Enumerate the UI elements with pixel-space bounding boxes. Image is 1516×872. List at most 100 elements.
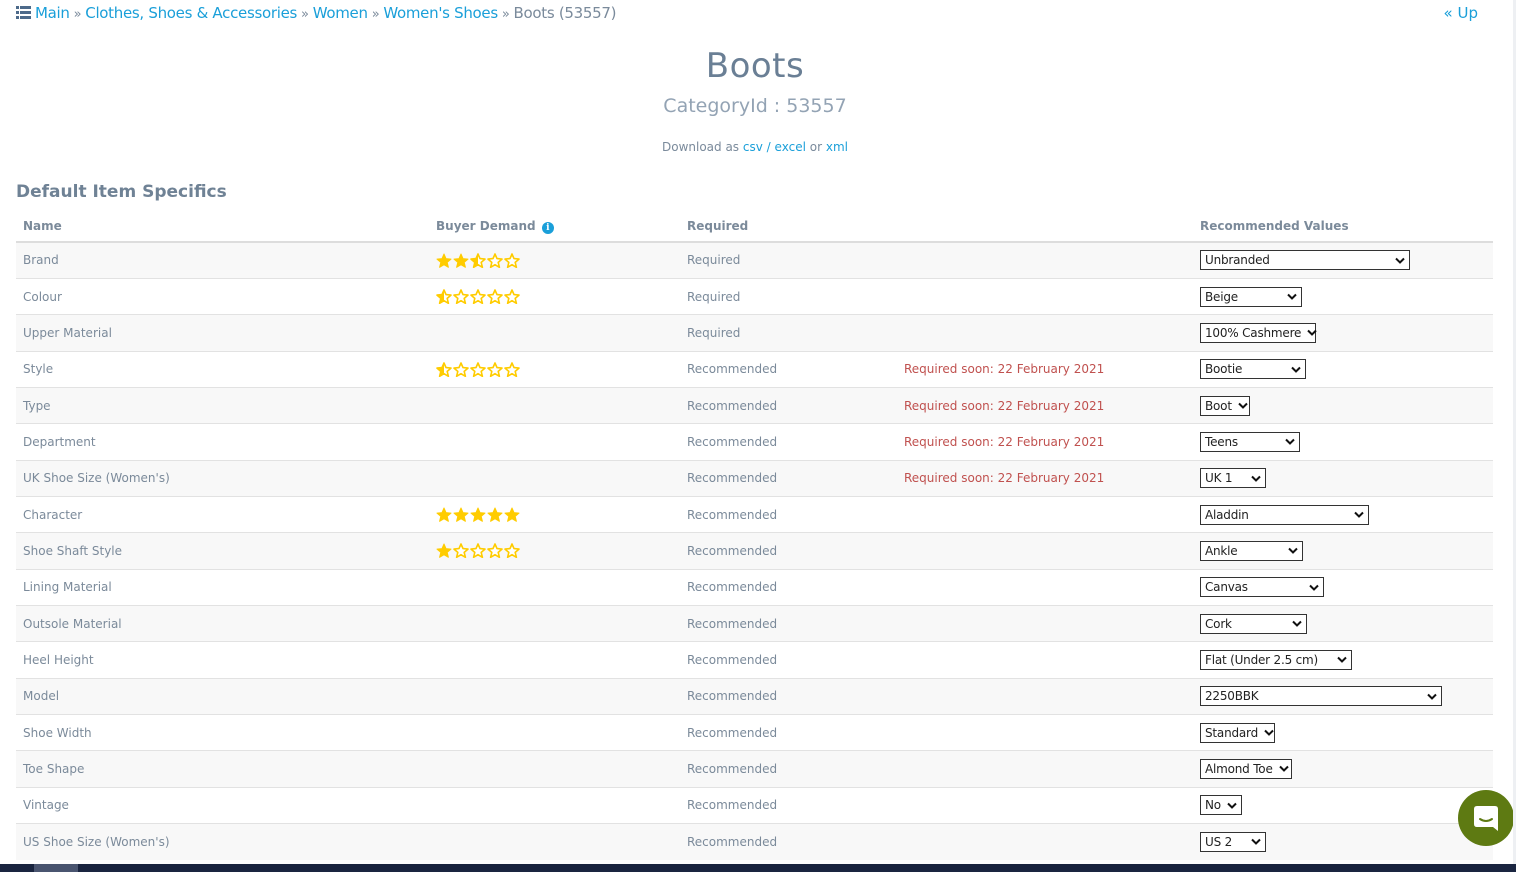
cell-buyer-demand xyxy=(429,641,680,679)
select-value: Teens xyxy=(1205,434,1238,449)
cell-name: Heel Height xyxy=(16,641,429,679)
star-empty-icon xyxy=(453,289,469,305)
cell-buyer-demand xyxy=(429,241,680,279)
cell-recommended-values: Bootie xyxy=(1193,350,1493,388)
cell-required: Recommended xyxy=(680,604,897,642)
recommended-values-select[interactable]: 2250BBK xyxy=(1200,686,1442,707)
up-link[interactable]: « Up xyxy=(1444,3,1478,23)
recommended-values-select[interactable]: 100% Cashmere xyxy=(1200,322,1317,343)
recommended-values-select[interactable]: Flat (Under 2.5 cm) xyxy=(1200,649,1352,670)
select-value: Canvas xyxy=(1205,580,1248,595)
recommended-values-select[interactable]: Boot xyxy=(1200,395,1250,416)
chevron-down-icon xyxy=(1395,257,1405,264)
cell-required-soon-note xyxy=(897,641,1193,679)
table-row: Shoe Shaft Style Recommended Ankle xyxy=(16,532,1493,570)
select-value: Flat (Under 2.5 cm) xyxy=(1205,652,1318,667)
cell-recommended-values: Canvas xyxy=(1193,568,1493,606)
cell-required-soon-note xyxy=(897,568,1193,606)
table-row: Outsole Material Recommended Cork xyxy=(16,604,1493,642)
table-row: Colour Required Beige xyxy=(16,277,1493,315)
chat-bubble-icon xyxy=(1474,806,1498,831)
star-full-icon xyxy=(436,253,452,268)
cell-name: Colour xyxy=(16,277,429,315)
table-row: Upper Material Required 100% Cashmere xyxy=(16,314,1493,352)
star-empty-icon xyxy=(487,543,503,559)
recommended-values-select[interactable]: Unbranded xyxy=(1200,250,1410,271)
breadcrumb-clothes-shoes-accessories[interactable]: Clothes, Shoes & Accessories xyxy=(85,4,297,22)
chevron-down-icon xyxy=(1227,802,1237,809)
chevron-down-icon xyxy=(1288,548,1298,555)
cell-required: Recommended xyxy=(680,713,897,751)
cell-name: Department xyxy=(16,423,429,461)
header-note xyxy=(897,211,1193,243)
cell-name: Type xyxy=(16,386,429,424)
download-slash: / xyxy=(766,140,771,154)
cell-required-soon-note xyxy=(897,604,1193,642)
recommended-values-select[interactable]: US 2 xyxy=(1200,831,1266,852)
category-id: CategoryId : 53557 xyxy=(663,95,847,117)
recommended-values-select[interactable]: Cork xyxy=(1200,613,1307,634)
chevron-down-icon xyxy=(1251,839,1261,846)
recommended-values-select[interactable]: Ankle xyxy=(1200,540,1303,561)
recommended-values-select[interactable]: Beige xyxy=(1200,286,1302,307)
download-or: or xyxy=(809,140,823,154)
cell-recommended-values: Beige xyxy=(1193,277,1493,315)
download-csv-link[interactable]: csv xyxy=(743,140,763,154)
chat-widget-button[interactable] xyxy=(1458,790,1514,846)
recommended-values-select[interactable]: Bootie xyxy=(1200,359,1306,380)
select-value: Unbranded xyxy=(1205,253,1270,268)
cell-buyer-demand xyxy=(429,750,680,788)
cell-required: Recommended xyxy=(680,568,897,606)
cell-required: Recommended xyxy=(680,786,897,824)
recommended-values-select[interactable]: Teens xyxy=(1200,431,1300,452)
recommended-values-select[interactable]: Canvas xyxy=(1200,577,1324,598)
cell-required-soon-note xyxy=(897,277,1193,315)
star-empty-icon xyxy=(487,361,503,377)
breadcrumb-main[interactable]: Main xyxy=(35,4,70,22)
chevron-down-icon xyxy=(1285,439,1295,446)
recommended-values-select[interactable]: Standard xyxy=(1200,722,1275,743)
recommended-values-select[interactable]: No xyxy=(1200,795,1242,816)
cell-required: Required xyxy=(680,241,897,279)
cell-required: Recommended xyxy=(680,423,897,461)
cell-buyer-demand xyxy=(429,277,680,315)
download-xml-link[interactable]: xml xyxy=(826,140,848,154)
table-row: Style Recommended Required soon: 22 Februa… xyxy=(16,350,1493,388)
cell-buyer-demand xyxy=(429,423,680,461)
cell-buyer-demand xyxy=(429,677,680,715)
chevron-down-icon xyxy=(1354,511,1364,518)
cell-name: Vintage xyxy=(16,786,429,824)
cell-name: Model xyxy=(16,677,429,715)
select-value: Boot xyxy=(1205,398,1232,413)
breadcrumb-womens-shoes[interactable]: Women's Shoes xyxy=(383,4,498,22)
recommended-values-select[interactable]: Aladdin xyxy=(1200,504,1369,525)
select-value: Standard xyxy=(1205,725,1258,740)
cell-required: Recommended xyxy=(680,822,897,860)
cell-recommended-values: Flat (Under 2.5 cm) xyxy=(1193,641,1493,679)
info-icon[interactable]: i xyxy=(541,221,554,234)
cell-buyer-demand xyxy=(429,532,680,570)
star-empty-icon xyxy=(470,361,486,377)
star-empty-icon xyxy=(470,543,486,559)
taskbar-item[interactable] xyxy=(34,864,78,872)
star-rating xyxy=(436,543,520,559)
cell-required: Recommended xyxy=(680,641,897,679)
taskbar xyxy=(0,864,1516,872)
chevron-down-icon xyxy=(1427,693,1437,700)
table-row: Department Recommended Required soon: 22 F… xyxy=(16,423,1493,461)
cell-buyer-demand xyxy=(429,350,680,388)
table-row: UK Shoe Size (Women's) Recommended Require… xyxy=(16,459,1493,497)
page-title: Boots xyxy=(705,46,805,86)
chevron-down-icon xyxy=(1292,620,1302,628)
cell-name: Character xyxy=(16,495,429,533)
breadcrumb-women[interactable]: Women xyxy=(313,4,368,22)
cell-name: Lining Material xyxy=(16,568,429,606)
recommended-values-select[interactable]: UK 1 xyxy=(1200,468,1266,489)
cell-name: Shoe Shaft Style xyxy=(16,532,429,570)
star-rating xyxy=(436,507,520,522)
item-specifics-table: Name Buyer Demand i Required Recommended… xyxy=(16,211,1493,860)
recommended-values-select[interactable]: Almond Toe xyxy=(1200,758,1292,779)
cell-buyer-demand xyxy=(429,459,680,497)
download-excel-link[interactable]: excel xyxy=(775,140,806,154)
download-links: Download as csv / excel or xml xyxy=(0,139,1510,155)
